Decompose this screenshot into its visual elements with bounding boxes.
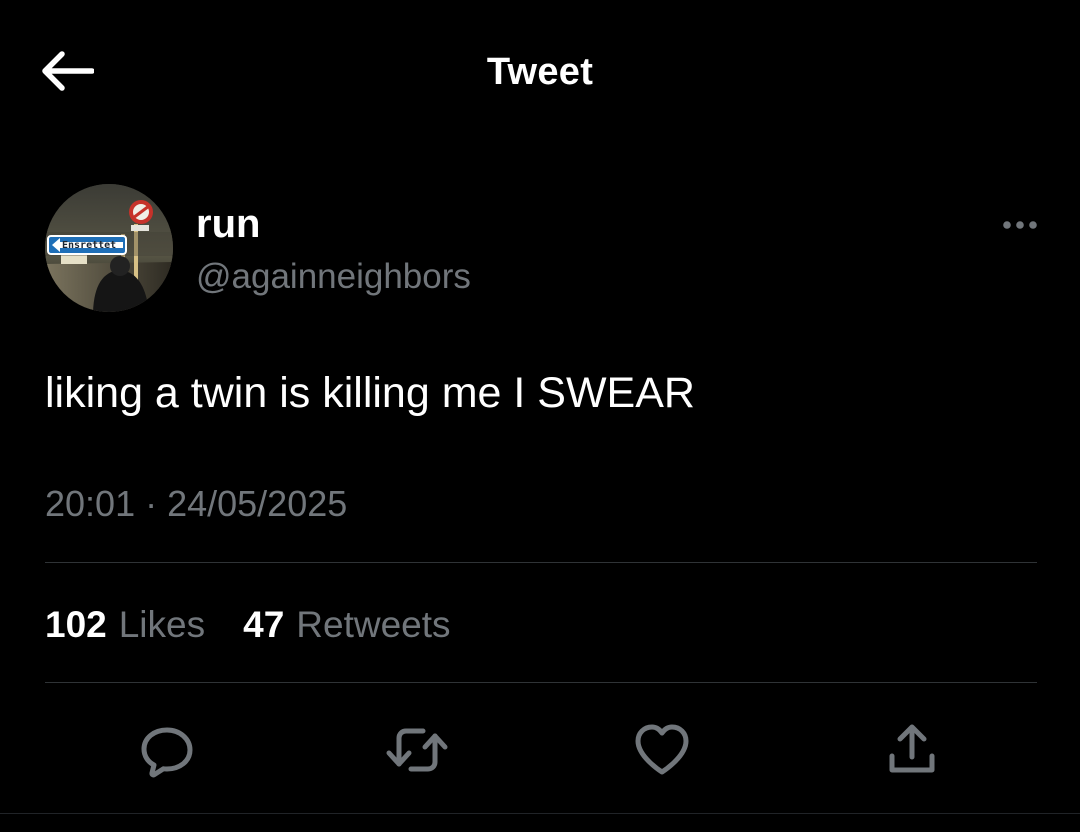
retweet-icon xyxy=(386,728,448,772)
likes-count: 102 xyxy=(45,604,107,645)
author-handle[interactable]: @againneighbors xyxy=(196,255,471,299)
share-icon xyxy=(889,724,935,773)
tweet-header: Tweet xyxy=(0,0,1080,145)
reply-button[interactable] xyxy=(125,708,209,792)
like-button[interactable] xyxy=(620,708,704,792)
retweet-button[interactable] xyxy=(375,708,459,792)
stats-divider-top xyxy=(45,562,1037,563)
likes-stat[interactable]: 102 Likes xyxy=(45,602,205,648)
reply-icon xyxy=(141,727,193,778)
retweets-count: 47 xyxy=(243,604,285,645)
likes-label: Likes xyxy=(118,604,206,645)
retweets-label: Retweets xyxy=(296,604,451,645)
share-button[interactable] xyxy=(870,708,954,792)
avatar-sign-text: Ensrettet xyxy=(62,240,116,251)
profile-photo: Ensrettet xyxy=(45,184,173,312)
tweet-actions xyxy=(0,708,1080,792)
more-options-button[interactable] xyxy=(997,210,1043,240)
bottom-divider xyxy=(0,813,1080,814)
stats-divider-bottom xyxy=(45,682,1037,683)
author-display-name[interactable]: run xyxy=(196,200,260,248)
avatar[interactable]: Ensrettet xyxy=(45,184,173,312)
more-horizontal-icon xyxy=(1003,221,1037,229)
retweets-stat[interactable]: 47 Retweets xyxy=(243,602,450,648)
engagement-stats: 102 Likes 47 Retweets xyxy=(45,602,451,652)
heart-icon xyxy=(635,724,689,775)
tweet-timestamp[interactable]: 20:01 · 24/05/2025 xyxy=(45,482,347,526)
page-title: Tweet xyxy=(486,51,594,93)
tweet-text: liking a twin is killing me I SWEAR xyxy=(45,369,695,417)
